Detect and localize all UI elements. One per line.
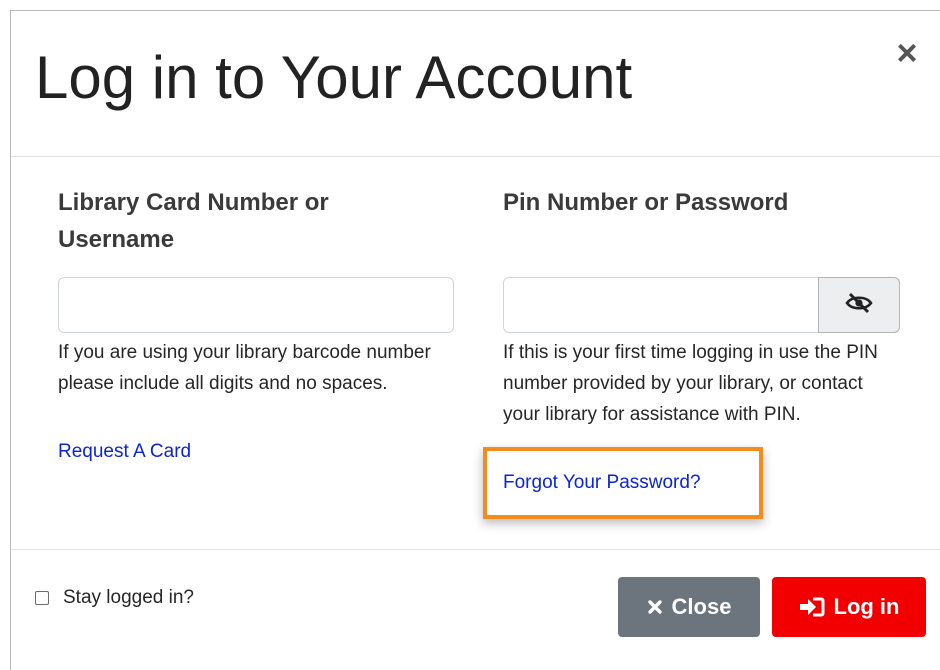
stay-logged-in-label: Stay logged in? [63,587,194,608]
stay-logged-in-checkbox[interactable] [35,591,49,605]
password-help-text: If this is your first time logging in us… [503,342,878,425]
modal-title: Log in to Your Account [35,44,633,111]
close-button-label: Close [671,594,732,619]
password-label: Pin Number or Password [503,189,789,216]
username-input[interactable] [58,277,454,333]
password-input[interactable] [503,277,819,333]
login-button-label: Log in [833,594,900,619]
login-modal: Log in to Your Account × Library Card Nu… [10,10,940,670]
stay-logged-in-row[interactable]: Stay logged in? [35,587,194,609]
request-card-link[interactable]: Request A Card [58,436,191,467]
username-help-text: If you are using your library barcode nu… [58,342,431,394]
close-button[interactable]: Close [618,577,760,637]
sign-in-icon [799,597,825,617]
times-icon [647,599,663,615]
login-button[interactable]: Log in [772,577,926,637]
header-divider [11,156,940,157]
close-x-icon[interactable]: × [889,35,925,71]
forgot-password-link[interactable]: Forgot Your Password? [503,467,701,498]
username-label: Library Card Number or Username [58,189,329,253]
toggle-password-visibility-button[interactable] [818,277,900,333]
eye-slash-icon [844,292,874,319]
footer-divider [11,549,940,550]
